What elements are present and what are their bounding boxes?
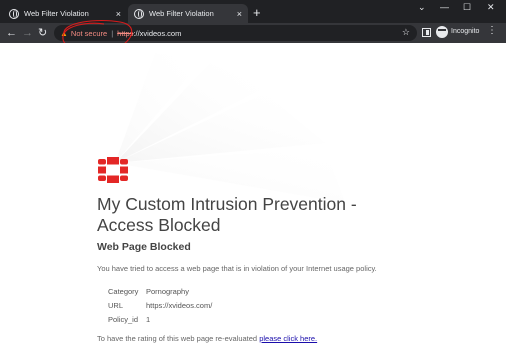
page-title: My Custom Intrusion Prevention - Access …: [97, 194, 357, 235]
violation-message: You have tried to access a web page that…: [97, 264, 377, 273]
detail-value: 1: [146, 314, 151, 324]
detail-label: URL: [108, 300, 124, 310]
incognito-label[interactable]: Incognito: [451, 28, 479, 35]
url-host: ://xvideos.com: [133, 28, 182, 38]
minimize-button[interactable]: —: [440, 2, 449, 12]
reevaluate-footer: To have the rating of this web page re-e…: [97, 334, 317, 343]
tab-title: Web Filter Violation: [24, 9, 89, 18]
detail-row-category: Category Pornography: [108, 284, 212, 298]
page-content: My Custom Intrusion Prevention - Access …: [0, 43, 506, 359]
tab-close-icon[interactable]: ×: [116, 9, 121, 19]
detail-label: Category: [108, 286, 139, 296]
new-tab-button[interactable]: +: [253, 5, 261, 21]
tab-web-filter-violation-2[interactable]: Web Filter Violation ×: [128, 4, 248, 23]
tab-strip: Web Filter Violation × Web Filter Violat…: [0, 0, 506, 23]
detail-label: Policy_id: [108, 314, 139, 324]
maximize-button[interactable]: ☐: [463, 2, 471, 13]
globe-icon: [134, 8, 144, 19]
tab-web-filter-violation-1[interactable]: Web Filter Violation ×: [3, 4, 127, 23]
incognito-icon[interactable]: [436, 26, 448, 38]
bookmark-star-icon[interactable]: ☆: [402, 27, 410, 38]
close-window-button[interactable]: ✕: [487, 2, 495, 13]
block-details: Category Pornography URL https://xvideos…: [108, 284, 212, 326]
url-scheme: https: [117, 28, 134, 38]
footer-text: To have the rating of this web page re-e…: [97, 334, 260, 343]
tab-close-icon[interactable]: ×: [237, 9, 242, 19]
globe-icon: [9, 8, 19, 19]
address-separator: |: [111, 28, 114, 38]
address-bar[interactable]: ▲ Not secure | https ://xvideos.com ☆: [54, 25, 417, 41]
page-subtitle: Web Page Blocked: [97, 241, 191, 253]
reload-button[interactable]: ↻: [38, 26, 47, 40]
detail-row-policy-id: Policy_id 1: [108, 312, 212, 326]
back-button[interactable]: ←: [6, 26, 17, 40]
reevaluate-link[interactable]: please click here.: [259, 334, 317, 343]
forward-button[interactable]: →: [22, 26, 33, 40]
detail-value: Pornography: [146, 286, 189, 296]
not-secure-label[interactable]: Not secure: [71, 29, 107, 38]
fortinet-logo: [98, 157, 128, 183]
browser-toolbar: ← → ↻ ▲ Not secure | https ://xvideos.co…: [0, 23, 506, 43]
detail-row-url: URL https://xvideos.com/: [108, 298, 212, 312]
side-panel-icon[interactable]: [422, 28, 431, 37]
detail-value: https://xvideos.com/: [146, 300, 213, 310]
tab-search-chevron-icon[interactable]: ⌄: [418, 2, 426, 13]
tab-title: Web Filter Violation: [149, 9, 214, 18]
warning-triangle-icon: ▲: [60, 28, 68, 38]
browser-menu-icon[interactable]: ⋮: [487, 25, 497, 36]
